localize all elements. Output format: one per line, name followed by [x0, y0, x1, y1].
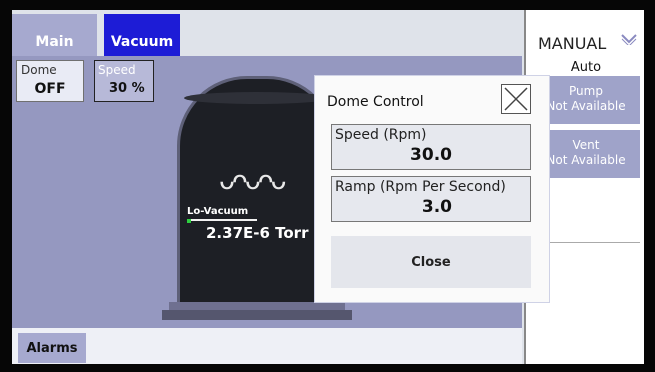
- tab-vacuum-label: Vacuum: [110, 34, 174, 50]
- close-button-label: Close: [411, 254, 451, 270]
- touch-screen: Main Vacuum Dome OFF Speed 30 % ᴗᴖᴗᴖᴗ Lo…: [12, 10, 644, 364]
- tab-main[interactable]: Main: [12, 14, 97, 56]
- close-button[interactable]: Close: [331, 236, 531, 288]
- lo-vacuum-value: 2.37E-6 Torr: [206, 224, 309, 242]
- alarms-button[interactable]: Alarms: [18, 333, 86, 363]
- speed-label: Speed: [98, 63, 136, 77]
- bottom-bar: [12, 328, 522, 364]
- chamber-base: [162, 310, 352, 320]
- tab-main-label: Main: [35, 34, 74, 50]
- lo-vacuum-label: Lo-Vacuum: [187, 206, 249, 217]
- speed-rpm-value: 30.0: [410, 145, 452, 165]
- chevron-down-icon[interactable]: [620, 30, 638, 49]
- mode-option-auto[interactable]: Auto: [526, 60, 644, 75]
- speed-value: 30 %: [109, 81, 145, 96]
- dome-toggle-button[interactable]: Dome OFF: [16, 60, 84, 102]
- speed-rpm-label: Speed (Rpm): [335, 127, 427, 143]
- dome-state: OFF: [34, 81, 66, 97]
- alarms-label: Alarms: [26, 340, 78, 356]
- dome-label: Dome: [21, 63, 57, 77]
- ramp-value: 3.0: [421, 197, 452, 217]
- tab-vacuum[interactable]: Vacuum: [104, 14, 180, 56]
- ramp-label: Ramp (Rpm Per Second): [335, 179, 506, 195]
- status-indicator-icon: [187, 219, 191, 223]
- heater-coil-icon: ᴗᴖᴗᴖᴗ: [219, 166, 287, 196]
- close-x-icon[interactable]: [501, 84, 531, 114]
- dome-fixture-graphic: [184, 92, 330, 104]
- speed-rpm-field[interactable]: Speed (Rpm) 30.0: [331, 124, 531, 170]
- dialog-title: Dome Control: [327, 94, 424, 110]
- speed-readout[interactable]: Speed 30 %: [94, 60, 154, 102]
- ramp-field[interactable]: Ramp (Rpm Per Second) 3.0: [331, 176, 531, 222]
- mode-select-value[interactable]: MANUAL: [538, 34, 606, 53]
- chamber-rail: [169, 302, 345, 310]
- lo-vacuum-bar: [187, 219, 257, 221]
- dome-control-dialog: Dome Control Speed (Rpm) 30.0 Ramp (Rpm …: [314, 75, 550, 303]
